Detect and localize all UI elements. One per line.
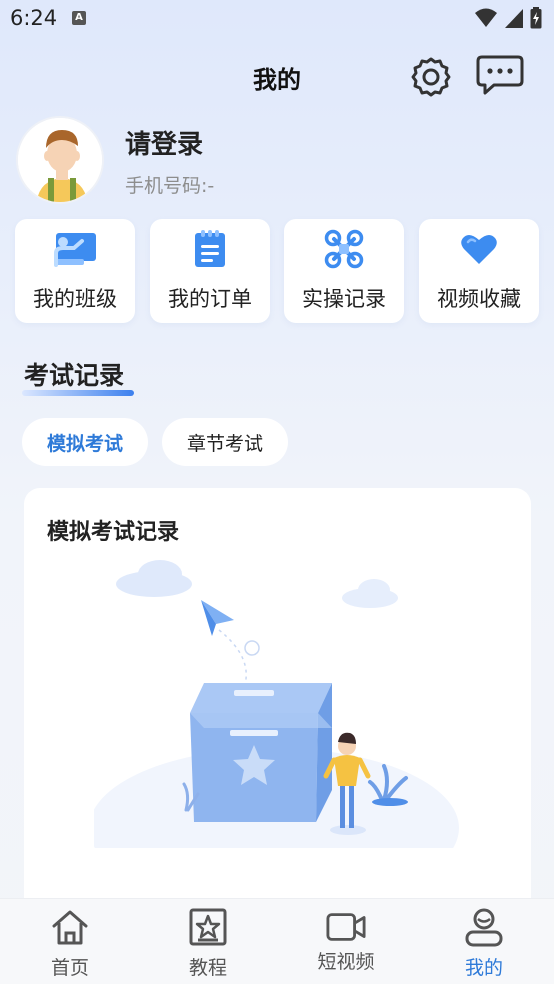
battery-icon — [530, 7, 542, 29]
quick-action-label: 实操记录 — [302, 287, 386, 311]
chat-icon — [476, 55, 524, 95]
nav-label: 教程 — [188, 957, 227, 979]
gear-icon — [411, 57, 451, 97]
section-title: 考试记录 — [24, 361, 125, 390]
video-icon — [326, 907, 366, 947]
tutorial-icon — [188, 907, 228, 947]
notification-icon: A — [72, 11, 86, 25]
exam-records-card: 模拟考试记录 — [24, 488, 531, 918]
my-class-button[interactable]: 我的班级 — [15, 219, 135, 323]
drone-icon — [284, 229, 404, 269]
tab-chapter-exam[interactable]: 章节考试 — [162, 418, 288, 466]
quick-action-label: 我的订单 — [168, 287, 252, 311]
nav-tutorial[interactable]: 教程 — [158, 899, 258, 984]
wifi-icon — [475, 8, 497, 27]
profile-icon — [464, 907, 504, 947]
nav-label: 我的 — [464, 957, 503, 979]
home-icon — [50, 907, 90, 947]
status-icons — [474, 6, 542, 30]
classroom-icon — [15, 229, 135, 269]
my-orders-button[interactable]: 我的订单 — [150, 219, 270, 323]
nav-home[interactable]: 首页 — [20, 899, 120, 984]
nav-short-video[interactable]: 短视频 — [296, 899, 396, 984]
settings-button[interactable] — [408, 54, 454, 100]
avatar[interactable] — [16, 116, 104, 204]
quick-action-label: 我的班级 — [33, 287, 117, 311]
avatar-image — [18, 118, 102, 202]
login-prompt[interactable]: 请登录 — [125, 124, 203, 161]
heart-icon — [419, 229, 539, 269]
quick-action-label: 视频收藏 — [437, 287, 521, 311]
order-clipboard-icon — [150, 229, 270, 269]
practice-records-button[interactable]: 实操记录 — [284, 219, 404, 323]
signal-icon — [505, 9, 523, 28]
records-card-title: 模拟考试记录 — [47, 520, 180, 545]
empty-state-illustration — [94, 560, 459, 848]
bottom-nav: 首页 教程 短视频 我的 — [0, 898, 554, 984]
status-bar: 6:24 A — [0, 0, 554, 36]
phone-number: 手机号码:- — [125, 175, 215, 197]
tab-mock-exam[interactable]: 模拟考试 — [22, 418, 148, 466]
nav-label: 首页 — [50, 957, 89, 979]
nav-label: 短视频 — [317, 951, 375, 973]
message-button[interactable] — [475, 52, 525, 98]
status-time: 6:24 — [10, 6, 58, 30]
page-title: 我的 — [253, 66, 301, 94]
nav-profile[interactable]: 我的 — [434, 899, 534, 984]
video-favorites-button[interactable]: 视频收藏 — [419, 219, 539, 323]
